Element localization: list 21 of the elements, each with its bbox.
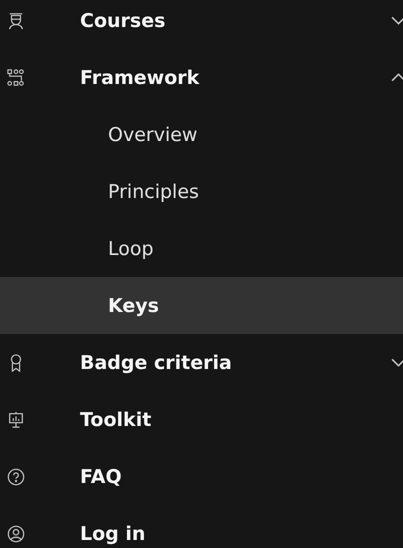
help-icon: [7, 468, 25, 486]
flow-icon: [7, 68, 25, 86]
nav-item[interactable]: Courses: [0, 0, 403, 49]
nav-item[interactable]: FAQ: [0, 448, 403, 505]
nav-label: Toolkit: [80, 408, 152, 430]
teacher-icon: [7, 12, 25, 30]
nav-label: FAQ: [80, 466, 122, 488]
nav-item[interactable]: Toolkit: [0, 391, 403, 448]
nav-label: Log in: [80, 522, 146, 544]
sub-nav-item[interactable]: Loop: [0, 220, 403, 277]
sub-nav-item[interactable]: Principles: [0, 163, 403, 220]
user-icon: [7, 524, 25, 542]
nav-item[interactable]: Framework: [0, 49, 403, 106]
nav-label: Badge criteria: [80, 352, 232, 374]
nav-item[interactable]: Badge criteria: [0, 334, 403, 391]
presentation-icon: [7, 410, 25, 428]
sub-nav-item[interactable]: Keys: [0, 277, 403, 334]
sub-nav-item[interactable]: Overview: [0, 106, 403, 163]
nav-item[interactable]: Log in: [0, 505, 403, 548]
nav-label: Framework: [80, 66, 200, 88]
nav-label: Courses: [80, 10, 166, 32]
